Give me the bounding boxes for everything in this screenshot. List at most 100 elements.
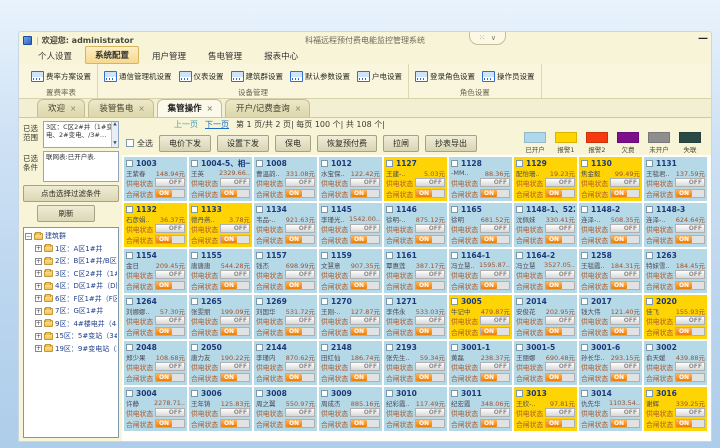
supply-status-toggle[interactable]: OFF bbox=[285, 270, 315, 279]
tree-item-8[interactable]: +15区：5#变站（3#变… bbox=[25, 330, 117, 343]
toolbar-button-6[interactable]: 抄表导出 bbox=[425, 135, 477, 152]
switch-status-toggle[interactable]: ON bbox=[220, 373, 250, 382]
supply-status-toggle[interactable]: OFF bbox=[350, 270, 380, 279]
supply-status-toggle[interactable]: OFF bbox=[155, 270, 185, 279]
switch-status-toggle[interactable]: ON bbox=[350, 419, 380, 428]
room-checkbox[interactable] bbox=[451, 160, 458, 167]
supply-status-toggle[interactable]: OFF bbox=[285, 178, 315, 187]
supply-status-toggle[interactable]: OFF bbox=[415, 270, 445, 279]
supply-status-toggle[interactable]: OFF bbox=[545, 270, 575, 279]
switch-status-toggle[interactable]: ON bbox=[155, 189, 185, 198]
room-checkbox[interactable] bbox=[126, 160, 133, 167]
room-checkbox[interactable] bbox=[191, 252, 198, 259]
switch-status-toggle[interactable]: ON bbox=[675, 189, 705, 198]
room-checkbox[interactable] bbox=[581, 206, 588, 213]
room-checkbox[interactable] bbox=[256, 206, 263, 213]
supply-status-toggle[interactable]: OFF bbox=[610, 408, 640, 417]
switch-status-toggle[interactable]: ON bbox=[285, 419, 315, 428]
switch-status-toggle[interactable]: ON bbox=[545, 419, 575, 428]
switch-status-toggle[interactable]: ON bbox=[285, 327, 315, 336]
supply-status-toggle[interactable]: OFF bbox=[285, 408, 315, 417]
room-checkbox[interactable] bbox=[191, 206, 198, 213]
room-checkbox[interactable] bbox=[126, 206, 133, 213]
room-checkbox[interactable] bbox=[516, 344, 523, 351]
switch-status-toggle[interactable]: ON bbox=[675, 235, 705, 244]
expand-icon[interactable]: + bbox=[35, 308, 42, 315]
ribbon-button-2-5[interactable]: 户电设置 bbox=[355, 70, 404, 83]
expand-icon[interactable]: + bbox=[35, 345, 42, 352]
switch-status-toggle[interactable]: ON bbox=[155, 281, 185, 290]
switch-status-toggle[interactable]: ON bbox=[545, 189, 575, 198]
room-checkbox[interactable] bbox=[581, 390, 588, 397]
supply-status-toggle[interactable]: OFF bbox=[220, 270, 250, 279]
prev-page-link[interactable]: 上一页 bbox=[174, 119, 198, 130]
room-checkbox[interactable] bbox=[581, 298, 588, 305]
room-checkbox[interactable] bbox=[321, 390, 328, 397]
tree-item-4[interactable]: +4区：D区1#井（D区1… bbox=[25, 280, 117, 293]
supply-status-toggle[interactable]: OFF bbox=[350, 316, 380, 325]
room-checkbox[interactable] bbox=[451, 298, 458, 305]
switch-status-toggle[interactable]: ON bbox=[155, 373, 185, 382]
ribbon-button-2-3[interactable]: 建筑群设置 bbox=[229, 70, 286, 83]
switch-status-toggle[interactable]: ON bbox=[545, 281, 575, 290]
tree-item-2[interactable]: +2区：B区1#井/B区1#… bbox=[25, 255, 117, 268]
room-checkbox[interactable] bbox=[126, 298, 133, 305]
selected-range-box[interactable]: 3区：C区2#井（1#变电、2#变电、/3#… ▲ ▼ bbox=[43, 121, 119, 148]
supply-status-toggle[interactable]: OFF bbox=[285, 316, 315, 325]
supply-status-toggle[interactable]: OFF bbox=[220, 178, 250, 187]
switch-status-toggle[interactable]: ON bbox=[220, 419, 250, 428]
room-checkbox[interactable] bbox=[646, 298, 653, 305]
switch-status-toggle[interactable]: ON bbox=[415, 281, 445, 290]
switch-status-toggle[interactable]: ON bbox=[610, 281, 640, 290]
next-page-link[interactable]: 下一页 bbox=[205, 119, 229, 130]
room-checkbox[interactable] bbox=[126, 252, 133, 259]
switch-status-toggle[interactable]: ON bbox=[350, 327, 380, 336]
room-checkbox[interactable] bbox=[646, 390, 653, 397]
room-checkbox[interactable] bbox=[256, 344, 263, 351]
switch-status-toggle[interactable]: ON bbox=[285, 235, 315, 244]
switch-status-toggle[interactable]: ON bbox=[350, 189, 380, 198]
doc-tab-1[interactable]: 欢迎× bbox=[37, 99, 85, 117]
supply-status-toggle[interactable]: OFF bbox=[480, 224, 510, 233]
selected-condition-box[interactable]: 联网表:已开户表. bbox=[43, 151, 119, 182]
switch-status-toggle[interactable]: ON bbox=[285, 281, 315, 290]
toolbar-button-2[interactable]: 设置下发 bbox=[217, 135, 269, 152]
switch-status-toggle[interactable]: ON bbox=[285, 373, 315, 382]
switch-status-toggle[interactable]: ON bbox=[350, 281, 380, 290]
room-checkbox[interactable] bbox=[126, 344, 133, 351]
supply-status-toggle[interactable]: OFF bbox=[350, 362, 380, 371]
room-checkbox[interactable] bbox=[321, 344, 328, 351]
scroll-up-icon[interactable]: ▲ bbox=[113, 122, 116, 128]
room-checkbox[interactable] bbox=[256, 390, 263, 397]
scroll-down-icon[interactable]: ▼ bbox=[113, 141, 116, 147]
expand-icon[interactable]: + bbox=[35, 283, 42, 290]
style-grid-icon[interactable]: ⁙ bbox=[479, 34, 485, 42]
close-icon[interactable]: × bbox=[295, 104, 301, 113]
supply-status-toggle[interactable]: OFF bbox=[610, 178, 640, 187]
tree-item-9[interactable]: +19区：9#变电站（2#… bbox=[25, 343, 117, 356]
room-checkbox[interactable] bbox=[256, 252, 263, 259]
toolbar-button-1[interactable]: 电价下发 bbox=[159, 135, 211, 152]
doc-tab-3[interactable]: 集管操作× bbox=[157, 99, 222, 117]
switch-status-toggle[interactable]: ON bbox=[350, 373, 380, 382]
supply-status-toggle[interactable]: OFF bbox=[415, 178, 445, 187]
supply-status-toggle[interactable]: OFF bbox=[675, 178, 705, 187]
supply-status-toggle[interactable]: OFF bbox=[610, 316, 640, 325]
supply-status-toggle[interactable]: OFF bbox=[285, 224, 315, 233]
supply-status-toggle[interactable]: OFF bbox=[675, 316, 705, 325]
switch-status-toggle[interactable]: ON bbox=[155, 235, 185, 244]
room-checkbox[interactable] bbox=[386, 160, 393, 167]
switch-status-toggle[interactable]: ON bbox=[285, 189, 315, 198]
ribbon-button-3-1[interactable]: 登录角色设置 bbox=[413, 70, 477, 83]
room-checkbox[interactable] bbox=[191, 298, 198, 305]
room-checkbox[interactable] bbox=[516, 298, 523, 305]
supply-status-toggle[interactable]: OFF bbox=[220, 316, 250, 325]
range-scrollbar[interactable]: ▲ ▼ bbox=[111, 122, 118, 147]
supply-status-toggle[interactable]: OFF bbox=[545, 408, 575, 417]
room-checkbox[interactable] bbox=[451, 344, 458, 351]
supply-status-toggle[interactable]: OFF bbox=[155, 316, 185, 325]
select-all[interactable]: 全选 bbox=[126, 138, 153, 149]
room-checkbox[interactable] bbox=[386, 252, 393, 259]
room-checkbox[interactable] bbox=[516, 206, 523, 213]
switch-status-toggle[interactable]: ON bbox=[220, 281, 250, 290]
